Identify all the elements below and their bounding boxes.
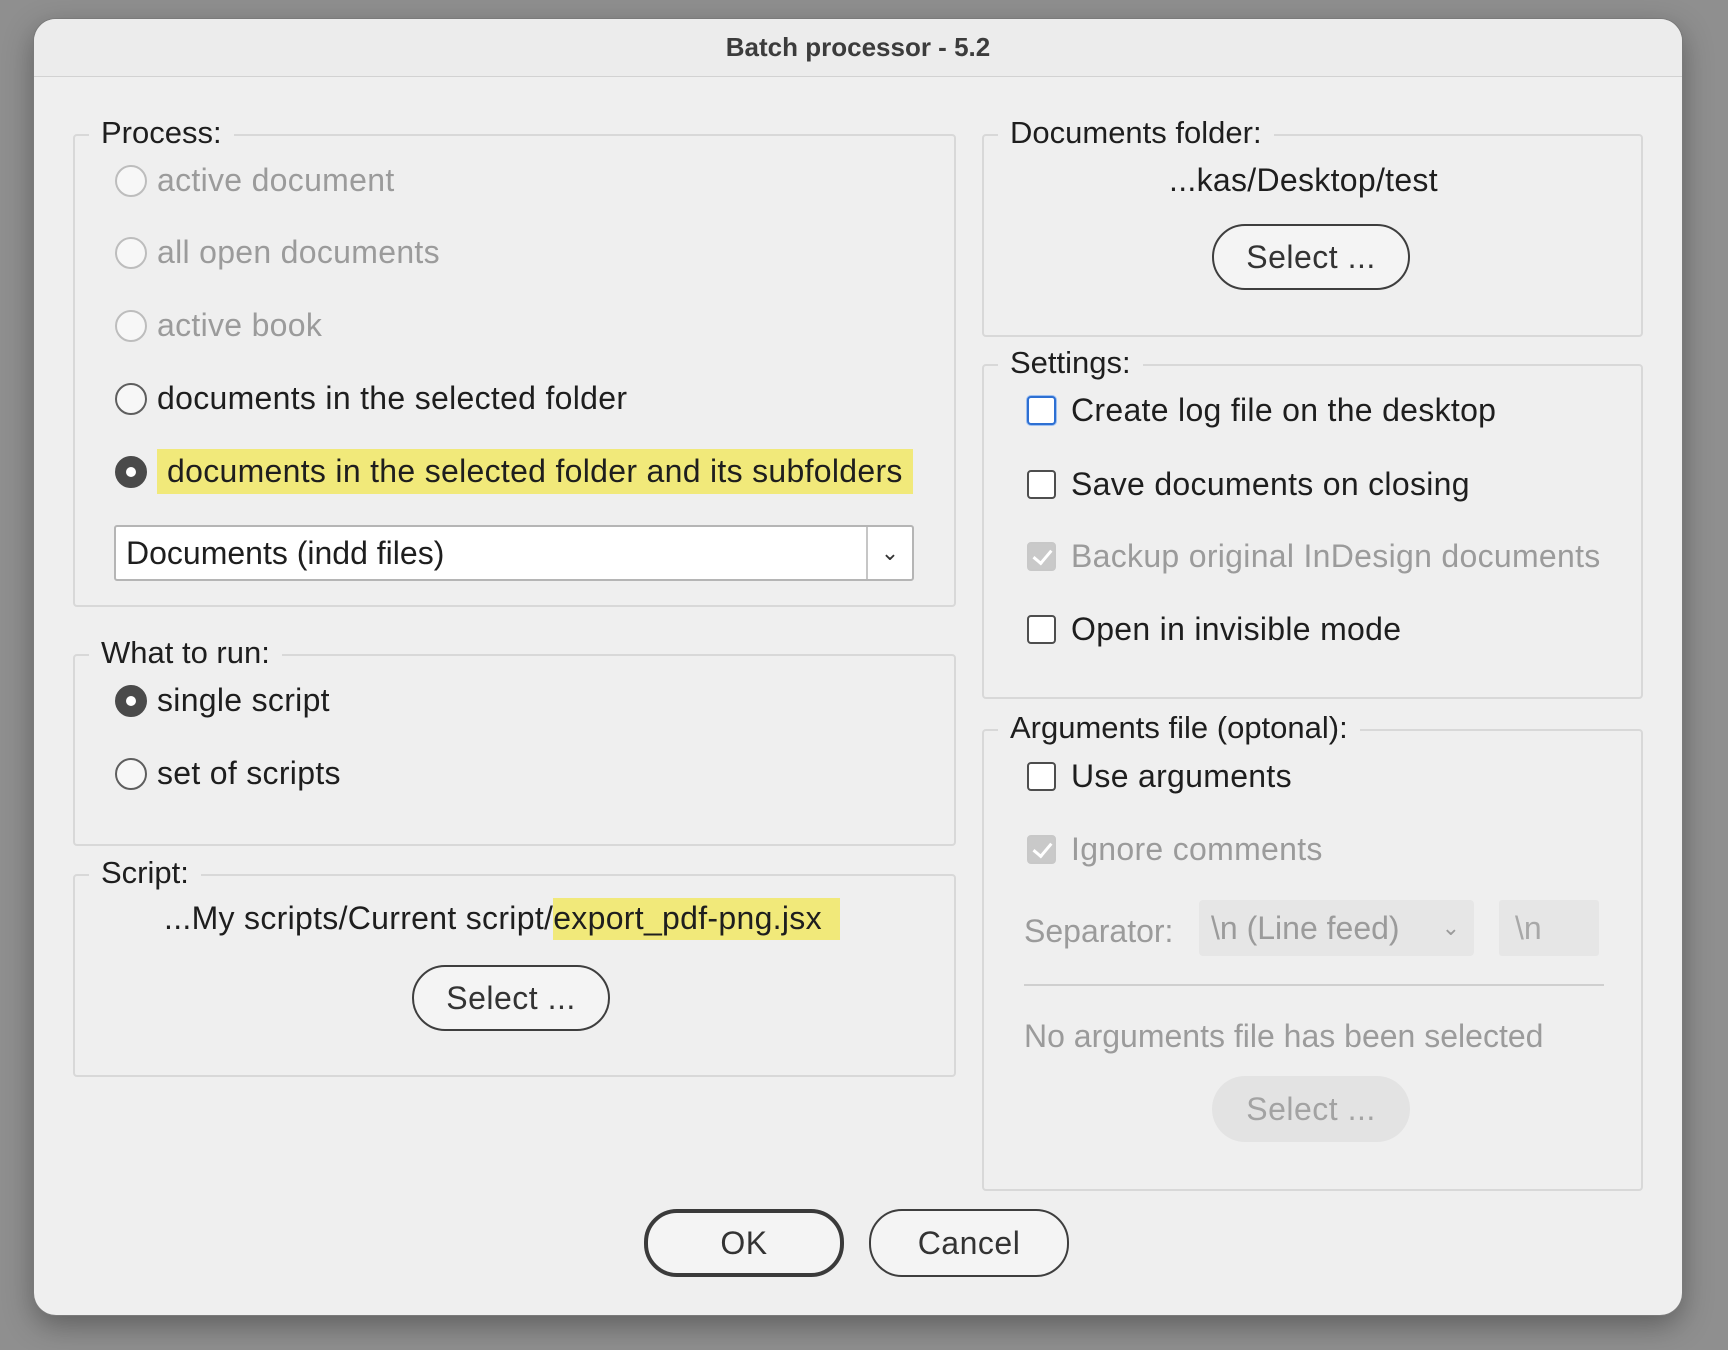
radio-button[interactable] (115, 309, 147, 342)
checkbox[interactable] (1027, 396, 1056, 425)
radio-button[interactable] (115, 236, 147, 269)
settings-legend: Settings: (998, 346, 1143, 380)
checkbox-label: Open in invisible mode (1071, 611, 1402, 647)
checkbox[interactable] (1027, 762, 1056, 791)
radio-set-of-scripts[interactable]: set of scripts (115, 755, 341, 792)
checkbox-label: Create log file on the desktop (1071, 392, 1497, 428)
documents-folder-legend: Documents folder: (998, 116, 1274, 150)
checkbox[interactable] (1027, 470, 1056, 499)
radio-active-document[interactable]: active document (115, 162, 395, 199)
separator-field[interactable]: \n (1499, 900, 1599, 956)
divider (1024, 984, 1604, 986)
checkbox-create-log-file[interactable]: Create log file on the desktop (1027, 392, 1496, 429)
separator-select[interactable]: \n (Line feed) ⌄ (1199, 900, 1474, 956)
radio-button[interactable] (115, 382, 147, 415)
radio-label: single script (157, 682, 330, 718)
separator-label: Separator: (1024, 913, 1174, 949)
window-title: Batch processor - 5.2 (725, 32, 991, 62)
chevron-down-icon[interactable]: ⌄ (866, 527, 912, 579)
radio-label: documents in the selected folder (157, 380, 628, 416)
script-file-name: export_pdf-png.jsx (553, 898, 840, 940)
checkbox-use-arguments[interactable]: Use arguments (1027, 758, 1292, 795)
file-type-dropdown[interactable]: Documents (indd files) ⌄ (114, 525, 914, 581)
radio-button-selected[interactable] (115, 455, 147, 488)
script-path: ...My scripts/Current script/export_pdf-… (164, 898, 840, 940)
radio-button[interactable] (115, 757, 147, 790)
script-path-prefix: ...My scripts/Current script/ (164, 900, 554, 936)
radio-label: documents in the selected folder and its… (157, 449, 913, 494)
title-bar: Batch processor - 5.2 (34, 19, 1682, 77)
file-type-value: Documents (indd files) (126, 534, 445, 571)
checkbox-label: Ignore comments (1071, 831, 1323, 867)
radio-label: all open documents (157, 234, 440, 270)
checkbox-label: Backup original InDesign documents (1071, 538, 1601, 574)
arguments-legend: Arguments file (optonal): (998, 711, 1360, 745)
radio-active-book[interactable]: active book (115, 307, 322, 344)
radio-button-selected[interactable] (115, 684, 147, 717)
documents-folder-select-button[interactable]: Select ... (1212, 224, 1410, 290)
radio-documents-in-folder[interactable]: documents in the selected folder (115, 380, 627, 417)
script-select-button[interactable]: Select ... (412, 965, 610, 1031)
checkbox[interactable] (1027, 615, 1056, 644)
separator-value: \n (Line feed) (1211, 909, 1400, 946)
checkbox-checked[interactable] (1027, 542, 1056, 571)
radio-label: active document (157, 162, 395, 198)
batch-processor-dialog: Batch processor - 5.2 Process: active do… (34, 19, 1682, 1315)
checkbox-save-documents[interactable]: Save documents on closing (1027, 466, 1470, 503)
radio-label: set of scripts (157, 755, 341, 791)
checkbox-ignore-comments[interactable]: Ignore comments (1027, 831, 1323, 868)
documents-folder-path: ...kas/Desktop/test (1169, 162, 1438, 198)
chevron-down-icon: ⌄ (1441, 915, 1460, 940)
checkbox-label: Use arguments (1071, 758, 1292, 794)
radio-single-script[interactable]: single script (115, 682, 330, 719)
script-legend: Script: (89, 856, 201, 890)
radio-all-open-documents[interactable]: all open documents (115, 234, 440, 271)
checkbox-backup-original[interactable]: Backup original InDesign documents (1027, 538, 1601, 575)
checkbox-open-invisible[interactable]: Open in invisible mode (1027, 611, 1401, 648)
cancel-button[interactable]: Cancel (869, 1209, 1069, 1277)
checkbox-label: Save documents on closing (1071, 466, 1470, 502)
radio-button[interactable] (115, 164, 147, 197)
radio-documents-in-folder-and-subfolders[interactable]: documents in the selected folder and its… (115, 449, 913, 494)
checkbox-checked[interactable] (1027, 835, 1056, 864)
arguments-status: No arguments file has been selected (1024, 1018, 1544, 1054)
radio-label: active book (157, 307, 323, 343)
ok-button[interactable]: OK (644, 1209, 844, 1277)
what-to-run-legend: What to run: (89, 636, 282, 670)
arguments-select-button[interactable]: Select ... (1212, 1076, 1410, 1142)
process-legend: Process: (89, 116, 234, 150)
